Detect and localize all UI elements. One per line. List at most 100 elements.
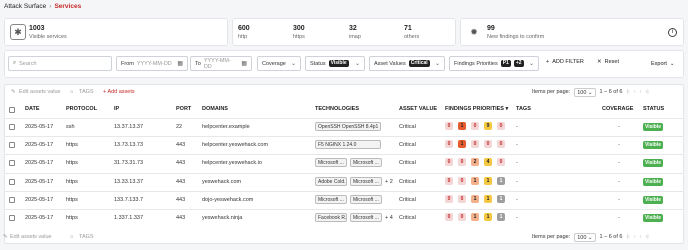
row-checkbox[interactable] [9, 178, 15, 185]
severity-p1[interactable]: 0 [445, 213, 453, 221]
tech-chip[interactable]: Microsoft ... [350, 213, 382, 222]
severity-p5[interactable]: 0 [497, 158, 505, 167]
export-button[interactable]: Export ⌄ [651, 61, 675, 67]
col-technologies[interactable]: TECHNOLOGIES [315, 106, 359, 114]
table-row[interactable]: 2025-05-17 https 31.73.31.73 443 helpcenter.… [4, 154, 684, 172]
table-row[interactable]: 2025-05-17 https 133.7.133.7 443 dojo-yesweh… [4, 190, 684, 209]
tech-chip[interactable]: OpenSSH OpenSSH 8.4p1 [315, 122, 381, 131]
coverage-filter[interactable]: Coverage ⌄ [257, 56, 301, 71]
severity-p2[interactable]: 0 [458, 158, 466, 167]
severity-p2[interactable]: 0 [458, 194, 466, 203]
tags-button[interactable]: TAGS [79, 89, 94, 95]
severity-p3[interactable]: 0 [471, 122, 479, 130]
col-status[interactable]: STATUS [643, 106, 664, 114]
breadcrumb-root[interactable]: Attack Surface [4, 3, 46, 10]
col-ip[interactable]: IP [114, 106, 119, 114]
last-page-icon[interactable]: ›| [645, 89, 648, 95]
severity-p5[interactable]: 1 [497, 213, 505, 221]
next-page-icon[interactable]: › [640, 234, 642, 240]
tech-chip[interactable]: Microsoft ... [350, 194, 382, 204]
add-assets-button[interactable]: + Add assets [103, 89, 135, 95]
severity-p3[interactable]: 1 [471, 213, 479, 221]
row-checkbox[interactable] [9, 196, 15, 203]
col-findings[interactable]: FINDINGS PRIORITIES ▾ [445, 106, 508, 114]
col-asset-value[interactable]: ASSET VALUE [399, 106, 437, 114]
stat-http[interactable]: 600 http [238, 25, 250, 40]
tech-more[interactable]: + 2 [385, 179, 393, 185]
severity-p5[interactable]: 0 [497, 140, 505, 149]
severity-p2[interactable]: 1 [458, 122, 466, 130]
tech-chip[interactable]: Microsoft ... [350, 158, 382, 168]
first-page-icon[interactable]: |‹ [626, 234, 629, 240]
table-row[interactable]: 2025-05-17 https 13.73.13.73 443 helpcenter.… [4, 136, 684, 154]
stat-imap[interactable]: 32 imap [349, 25, 361, 40]
tech-chip[interactable]: Adobe Cold... [315, 176, 347, 186]
severity-p1[interactable]: 0 [445, 122, 453, 130]
severity-p5[interactable]: 1 [497, 176, 505, 185]
new-findings-card[interactable]: ✹ 99 New findings to confirm i [460, 18, 684, 46]
col-port[interactable]: PORT [176, 106, 191, 114]
severity-p4[interactable]: 0 [484, 140, 492, 149]
severity-p1[interactable]: 0 [445, 140, 453, 149]
stat-others[interactable]: 71 others [404, 25, 419, 40]
col-date[interactable]: DATE [25, 106, 40, 114]
table-row[interactable]: 2025-05-17 ssh 13.37.13.37 22 helpcenter.exa… [4, 118, 684, 136]
stat-https[interactable]: 300 https [293, 25, 305, 40]
col-coverage[interactable]: COVERAGE [602, 106, 633, 114]
add-filter-button[interactable]: + ADD FILTER [546, 59, 584, 65]
findings-priorities-filter[interactable]: Findings Priorities P1 +2 ⌄ [449, 56, 539, 71]
select-all-checkbox[interactable] [9, 107, 15, 113]
severity-p5[interactable]: 0 [497, 122, 505, 130]
info-icon[interactable]: i [668, 28, 677, 37]
severity-p1[interactable]: 0 [445, 176, 453, 185]
severity-p2[interactable]: 0 [458, 176, 466, 185]
severity-p4[interactable]: 1 [484, 213, 492, 221]
severity-p3[interactable]: 0 [471, 140, 479, 149]
edit-assets-button[interactable]: Edit assets value [10, 234, 52, 240]
severity-p1[interactable]: 0 [445, 194, 453, 203]
row-checkbox[interactable] [9, 124, 15, 130]
prev-page-icon[interactable]: ‹ [634, 234, 636, 240]
edit-assets-button[interactable]: Edit assets value [19, 89, 61, 95]
first-page-icon[interactable]: |‹ [626, 89, 629, 95]
per-page-select[interactable]: 100 ⌄ [574, 232, 596, 242]
tech-chip[interactable]: Microsoft ... [315, 194, 347, 204]
row-checkbox[interactable] [9, 142, 15, 149]
cell-domain[interactable]: helpcenter.yeswehack.io [202, 160, 262, 166]
severity-p5[interactable]: 1 [497, 194, 505, 203]
severity-p4[interactable]: 1 [484, 194, 492, 203]
severity-p3[interactable]: 2 [471, 158, 479, 167]
severity-p4[interactable]: 9 [484, 122, 492, 130]
severity-p2[interactable]: 0 [458, 213, 466, 221]
tags-button[interactable]: TAGS [79, 234, 94, 240]
row-checkbox[interactable] [9, 160, 15, 167]
to-date-field[interactable]: To YYYY-MM-DD ▦ [190, 56, 252, 71]
severity-p1[interactable]: 0 [445, 158, 453, 167]
cell-domain[interactable]: yeswehack.com [202, 179, 241, 185]
cell-domain[interactable]: dojo-yeswehack.com [202, 197, 253, 203]
row-checkbox[interactable] [9, 215, 15, 221]
search-input[interactable]: ⌕ Search [8, 56, 112, 71]
cell-domain[interactable]: helpcenter.example [202, 124, 250, 130]
cell-domain[interactable]: yeswehack.ninja [202, 215, 242, 221]
tech-chip[interactable]: F5 NGINX 1.24.0 [315, 140, 381, 150]
tech-chip[interactable]: Microsoft ... [350, 176, 382, 186]
severity-p3[interactable]: 1 [471, 176, 479, 185]
prev-page-icon[interactable]: ‹ [634, 89, 636, 95]
severity-p3[interactable]: 1 [471, 194, 479, 203]
next-page-icon[interactable]: › [640, 89, 642, 95]
last-page-icon[interactable]: ›| [645, 234, 648, 240]
tech-more[interactable]: + 4 [385, 215, 393, 221]
table-row[interactable]: 2025-05-17 https 1.337.1.337 443 yeswehack.n… [4, 209, 684, 227]
col-domains[interactable]: DOMAINS [202, 106, 228, 114]
severity-p4[interactable]: 1 [484, 176, 492, 185]
status-filter[interactable]: Status Visible ⌄ [305, 56, 365, 71]
per-page-select[interactable]: 100 ⌄ [574, 87, 596, 97]
severity-p4[interactable]: 4 [484, 158, 492, 167]
visible-services-card[interactable]: ✱ 1003 Visible services [4, 18, 228, 46]
table-row[interactable]: 2025-05-17 https 13.33.13.37 443 yeswehack.c… [4, 172, 684, 191]
tech-chip[interactable]: Microsoft ... [315, 158, 347, 168]
from-date-field[interactable]: From YYYY-MM-DD ▦ [116, 56, 188, 71]
col-tags[interactable]: TAGS [516, 106, 531, 114]
asset-values-filter[interactable]: Asset Values Critical ⌄ [369, 56, 445, 71]
